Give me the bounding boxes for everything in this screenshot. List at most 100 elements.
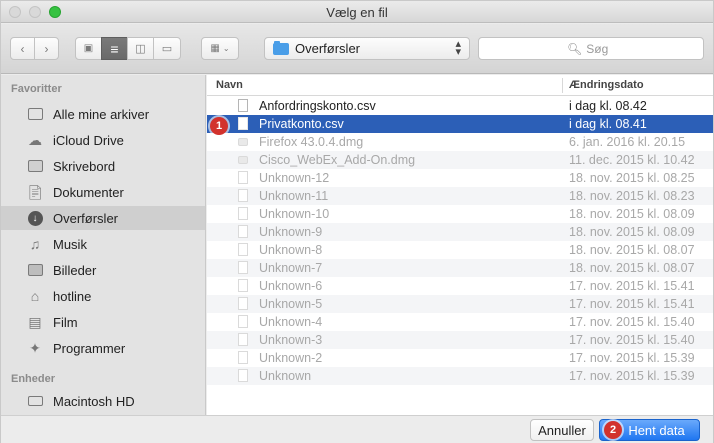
file-date: 18. nov. 2015 kl. 08.09 — [569, 207, 695, 221]
file-name: Unknown-8 — [259, 243, 323, 257]
file-row: Unknown-11 18. nov. 2015 kl. 08.23 — [207, 187, 713, 205]
file-date: i dag kl. 08.42 — [569, 99, 647, 113]
downloads-icon: ↓ — [26, 210, 44, 226]
documents-icon: 📄︎ — [26, 183, 44, 200]
step-marker-1: 1 — [210, 117, 228, 135]
forward-button[interactable]: › — [34, 37, 59, 60]
file-name: Cisco_WebEx_Add-On.dmg — [259, 153, 416, 167]
hard-drive-icon — [26, 393, 44, 409]
file-row: Unknown-8 18. nov. 2015 kl. 08.07 — [207, 241, 713, 259]
step-marker-2: 2 — [604, 421, 622, 439]
document-icon — [238, 333, 248, 346]
sidebar-item-documents[interactable]: 📄︎ Dokumenter — [1, 180, 205, 204]
disk-image-icon — [238, 138, 248, 146]
file-row: Unknown-3 17. nov. 2015 kl. 15.40 — [207, 331, 713, 349]
document-icon — [238, 315, 248, 328]
file-row: Unknown-5 17. nov. 2015 kl. 15.41 — [207, 295, 713, 313]
column-divider[interactable] — [562, 78, 563, 93]
toolbar: ‹ › ▣ ≡ ◫ ▭ ▦ ⌄ Overførsler ▴ ▾ 🔍︎ Søg — [1, 24, 713, 74]
file-row-selected[interactable]: Privatkonto.csv i dag kl. 08.41 — [207, 115, 713, 133]
cancel-button[interactable]: Annuller — [530, 419, 594, 441]
document-icon — [238, 99, 248, 112]
file-name: Unknown-11 — [259, 189, 329, 203]
sidebar-item-downloads[interactable]: ↓ Overførsler — [1, 206, 205, 230]
file-date: 18. nov. 2015 kl. 08.23 — [569, 189, 695, 203]
file-date: 11. dec. 2015 kl. 10.42 — [569, 153, 695, 167]
file-name: Privatkonto.csv — [259, 117, 344, 131]
document-icon — [238, 207, 248, 220]
cover-flow-button[interactable]: ▭ — [153, 37, 181, 60]
title-bar: Vælg en fil — [1, 1, 713, 23]
sidebar-item-pictures[interactable]: Billeder — [1, 258, 205, 282]
sidebar-devices-header: Enheder — [11, 373, 56, 385]
file-row: Unknown-12 18. nov. 2015 kl. 08.25 — [207, 169, 713, 187]
file-date: 17. nov. 2015 kl. 15.40 — [569, 315, 695, 329]
up-down-arrows-icon: ▴ ▾ — [455, 38, 461, 58]
camera-icon — [26, 262, 44, 278]
folder-icon — [273, 40, 289, 55]
file-row: Cisco_WebEx_Add-On.dmg 11. dec. 2015 kl.… — [207, 151, 713, 169]
sidebar-favorites-header: Favoritter — [11, 83, 62, 95]
document-icon — [238, 351, 248, 364]
file-name: Unknown-4 — [259, 315, 323, 329]
sidebar-item-desktop[interactable]: Skrivebord — [1, 154, 205, 178]
file-row[interactable]: Anfordringskonto.csv i dag kl. 08.42 — [207, 97, 713, 115]
document-icon — [238, 225, 248, 238]
location-label: Overførsler — [295, 41, 360, 56]
arrange-button[interactable]: ▦ ⌄ — [201, 37, 239, 60]
file-name: Unknown-7 — [259, 261, 323, 275]
disk-image-icon — [238, 156, 248, 164]
file-name: Unknown — [259, 369, 312, 383]
file-name: Unknown-2 — [259, 351, 323, 365]
window-title: Vælg en fil — [326, 5, 388, 20]
sidebar-item-all-files[interactable]: Alle mine arkiver — [1, 102, 205, 126]
list-view-button[interactable]: ≡ — [101, 37, 128, 60]
all-files-icon — [26, 106, 44, 122]
file-date: 17. nov. 2015 kl. 15.41 — [569, 297, 695, 311]
file-date: 17. nov. 2015 kl. 15.40 — [569, 333, 695, 347]
file-name: Anfordringskonto.csv — [259, 99, 376, 113]
document-icon — [238, 279, 248, 292]
applications-icon: ✦ — [29, 339, 41, 356]
file-name: Unknown-10 — [259, 207, 330, 221]
columns-icon: ◫ — [135, 43, 146, 55]
file-row: Unknown-6 17. nov. 2015 kl. 15.41 — [207, 277, 713, 295]
sidebar-item-label: Alle mine arkiver — [53, 106, 150, 122]
column-header-name[interactable]: Navn — [216, 79, 243, 91]
file-date: 18. nov. 2015 kl. 08.09 — [569, 225, 695, 239]
file-row: Unknown 17. nov. 2015 kl. 15.39 — [207, 367, 713, 385]
location-popup[interactable]: Overførsler ▴ ▾ — [264, 37, 470, 60]
sidebar-item-music[interactable]: ♫ Musik — [1, 232, 205, 256]
sidebar-item-icloud-drive[interactable]: ☁︎ iCloud Drive — [1, 128, 205, 152]
icon-view-button[interactable]: ▣ — [75, 37, 102, 60]
sidebar-item-label: iCloud Drive — [53, 132, 124, 148]
sidebar-item-macintosh-hd[interactable]: Macintosh HD — [1, 389, 205, 413]
file-date: 17. nov. 2015 kl. 15.39 — [569, 351, 695, 365]
sidebar-item-home[interactable]: ⌂ hotline — [1, 284, 205, 308]
column-view-button[interactable]: ◫ — [127, 37, 154, 60]
sidebar-item-label: Skrivebord — [53, 158, 116, 174]
list-header: Navn Ændringsdato — [207, 75, 713, 96]
document-icon — [238, 117, 248, 130]
search-icon: 🔍︎ — [567, 41, 583, 56]
file-name: Unknown-9 — [259, 225, 323, 239]
search-input[interactable]: 🔍︎ Søg — [478, 37, 704, 60]
file-date: 6. jan. 2016 kl. 20.15 — [569, 135, 686, 149]
arrange-grid-icon: ▦ — [210, 43, 220, 54]
document-icon — [238, 369, 248, 382]
sidebar-item-label: Overførsler — [53, 210, 118, 226]
column-header-date[interactable]: Ændringsdato — [569, 79, 644, 91]
sidebar-item-applications[interactable]: ✦ Programmer — [1, 336, 205, 360]
sidebar-item-movies[interactable]: ▤ Film — [1, 310, 205, 334]
desktop-icon — [26, 158, 44, 174]
file-row: Unknown-7 18. nov. 2015 kl. 08.07 — [207, 259, 713, 277]
file-row: Firefox 43.0.4.dmg 6. jan. 2016 kl. 20.1… — [207, 133, 713, 151]
file-date: 18. nov. 2015 kl. 08.25 — [569, 171, 695, 185]
file-list[interactable]: Navn Ændringsdato Anfordringskonto.csv i… — [207, 75, 713, 415]
file-name: Unknown-3 — [259, 333, 323, 347]
file-date: 18. nov. 2015 kl. 08.07 — [569, 243, 695, 257]
sidebar-item-label: Musik — [53, 236, 87, 252]
sidebar-item-label: Macintosh HD — [53, 393, 135, 409]
back-button[interactable]: ‹ — [10, 37, 35, 60]
document-icon — [238, 261, 248, 274]
